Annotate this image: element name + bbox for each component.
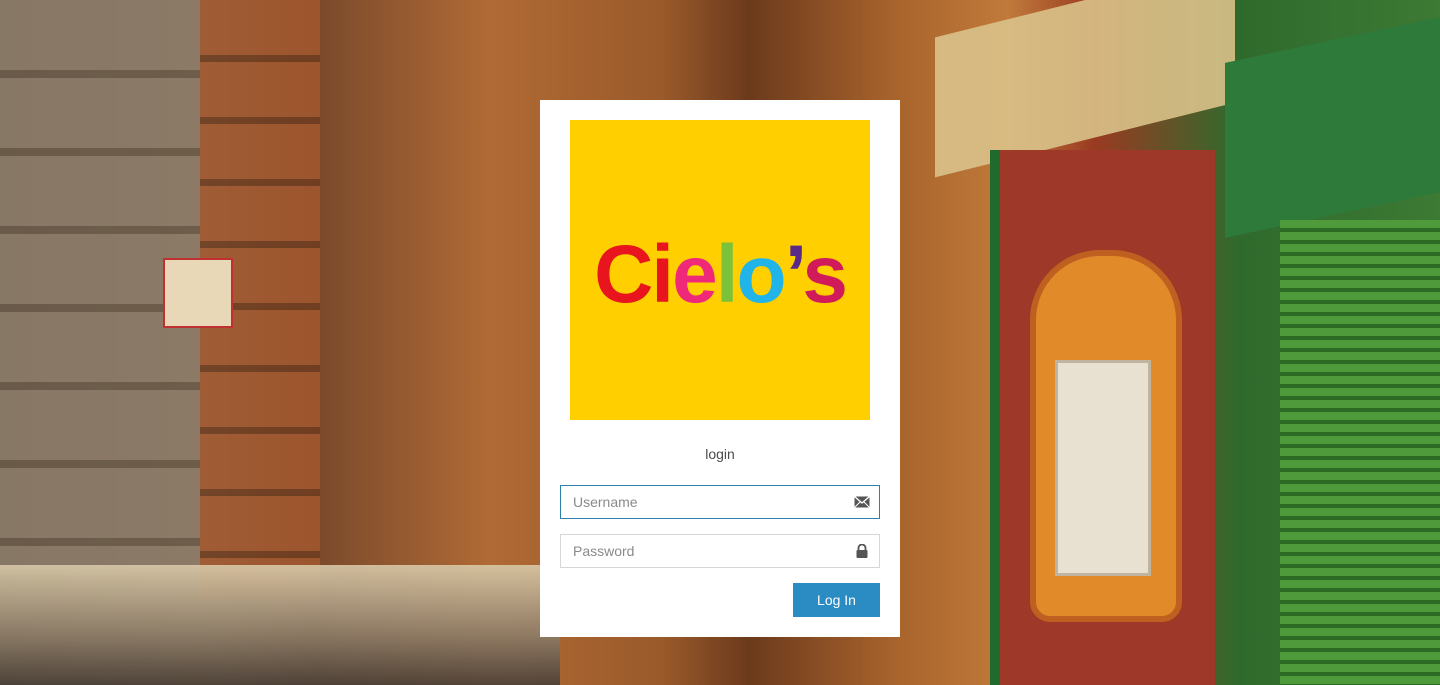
login-title: login [705, 446, 735, 462]
login-button[interactable]: Log In [793, 583, 880, 617]
brand-logo-wordmark: Cielo’s [594, 229, 848, 320]
username-input[interactable] [561, 486, 853, 518]
lock-icon [856, 544, 868, 558]
username-field[interactable] [560, 485, 880, 519]
password-field[interactable] [560, 534, 880, 568]
background-shop-sign [163, 258, 233, 328]
background-street-ground [0, 565, 560, 685]
login-card: Cielo’s login Log In [540, 100, 900, 637]
brand-logo: Cielo’s [570, 120, 870, 420]
background-green-sign [1225, 17, 1440, 238]
background-green-shutter [1280, 220, 1440, 685]
envelope-icon [854, 495, 870, 508]
brand-logo-text: Cielo’s [594, 229, 846, 320]
password-input[interactable] [561, 535, 853, 567]
background-poster [1055, 360, 1151, 576]
